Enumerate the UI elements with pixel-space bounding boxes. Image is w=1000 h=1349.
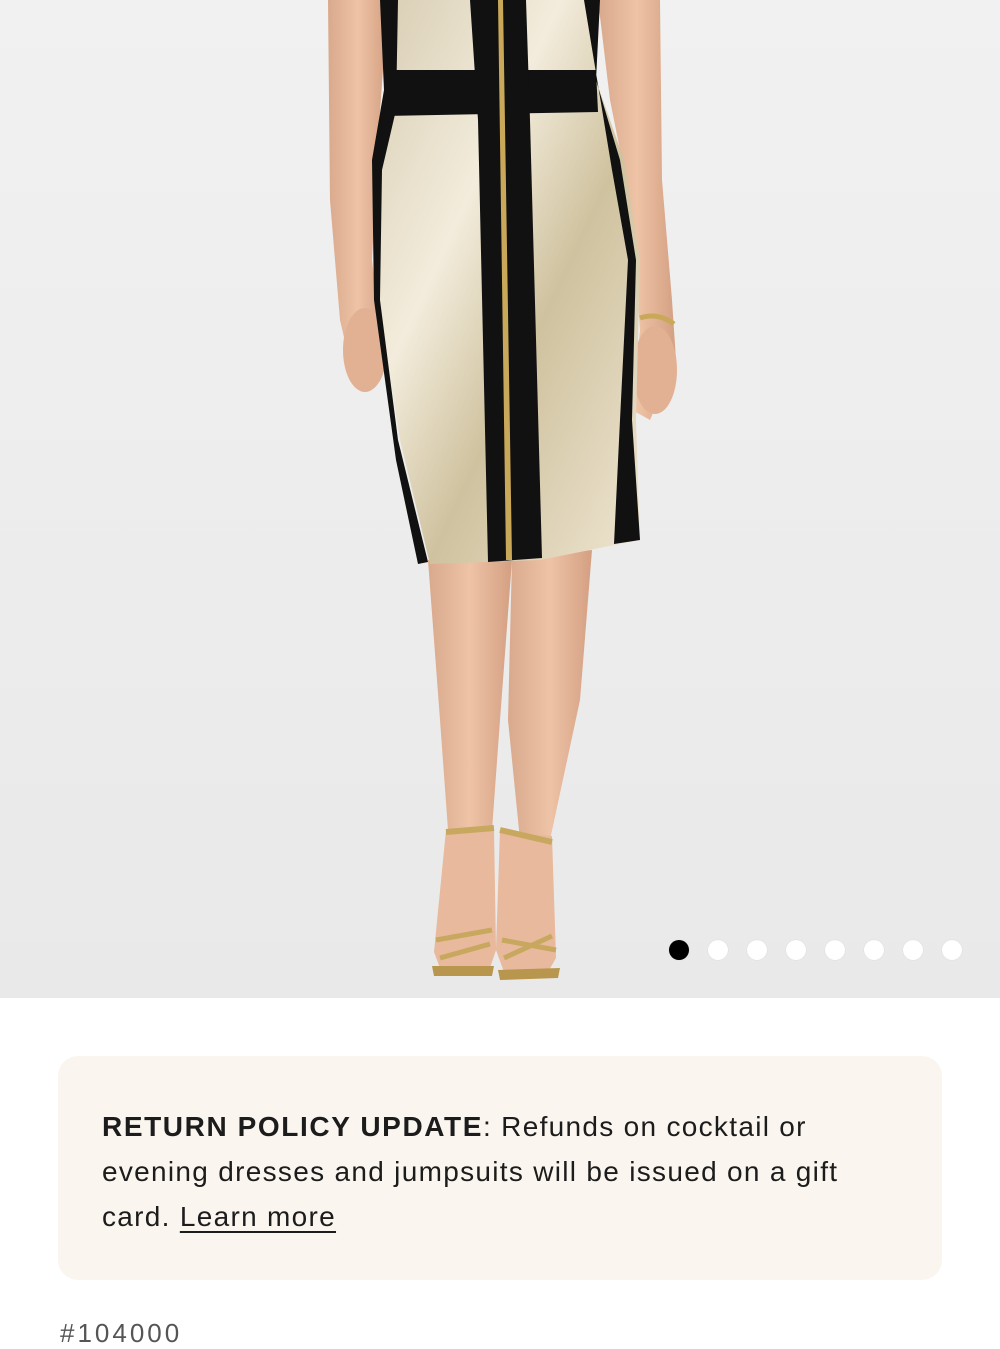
return-policy-text: RETURN POLICY UPDATE: Refunds on cocktai…: [102, 1111, 839, 1232]
product-sku: #104000: [60, 1318, 183, 1348]
gallery-dot-2[interactable]: [708, 940, 728, 960]
product-image-gallery[interactable]: [0, 0, 1000, 998]
return-policy-notice: RETURN POLICY UPDATE: Refunds on cocktai…: [58, 1056, 942, 1280]
gallery-dot-8[interactable]: [942, 940, 962, 960]
gallery-pagination: [669, 940, 962, 960]
gallery-dot-3[interactable]: [747, 940, 767, 960]
gallery-dot-4[interactable]: [786, 940, 806, 960]
gallery-dot-1[interactable]: [669, 940, 689, 960]
gallery-dot-7[interactable]: [903, 940, 923, 960]
gallery-dot-5[interactable]: [825, 940, 845, 960]
product-photo: [328, 0, 677, 980]
learn-more-link[interactable]: Learn more: [180, 1201, 336, 1232]
return-policy-title: RETURN POLICY UPDATE: [102, 1111, 483, 1142]
gallery-dot-6[interactable]: [864, 940, 884, 960]
